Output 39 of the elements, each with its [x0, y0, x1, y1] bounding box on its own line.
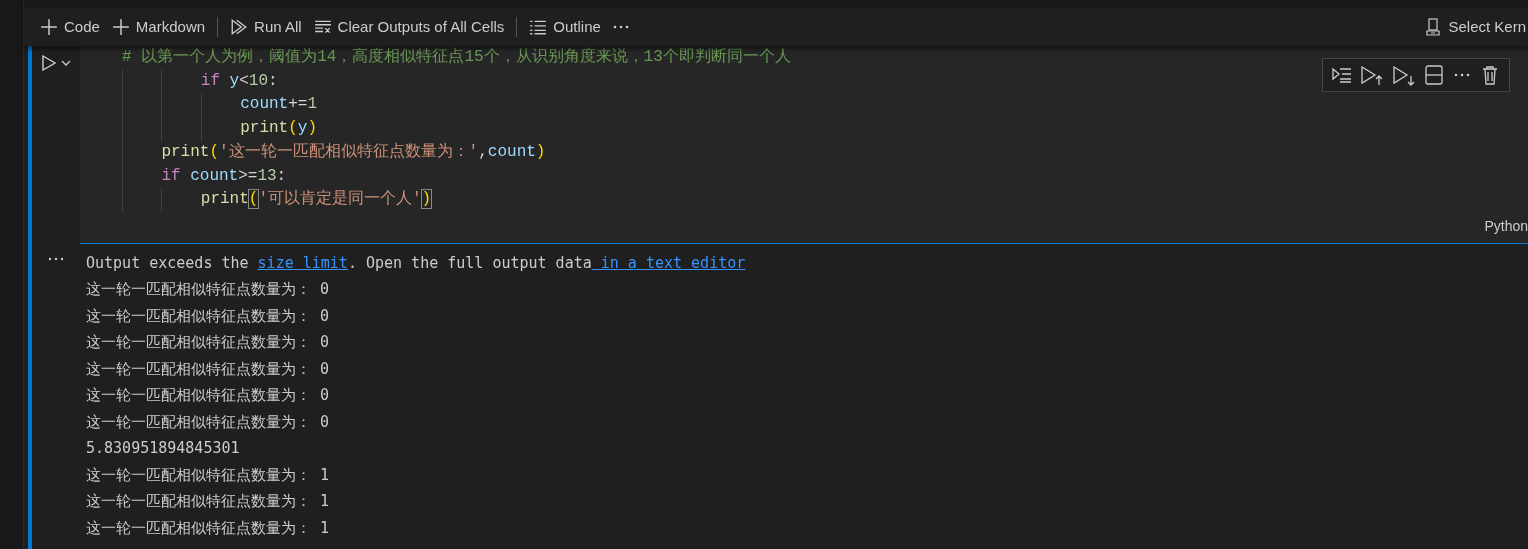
code-line: print(y): [240, 118, 317, 140]
toolbar-button[interactable]: Code: [34, 14, 106, 40]
plus-icon: [40, 18, 58, 36]
kernel-icon: [1426, 18, 1441, 36]
output-line: 这一轮一匹配相似特征点数量为： 0: [86, 411, 330, 433]
run-cell-button[interactable]: [40, 54, 58, 72]
output-line: 这一轮一匹配相似特征点数量为： 0: [86, 305, 330, 327]
code-line: # 以第一个人为例，阈值为14，高度相似特征点15个，从识别角度来说，13个即判断同一个人: [122, 46, 791, 68]
output-line: 这一轮一匹配相似特征点数量为： 1: [86, 491, 330, 513]
plus-icon: [111, 18, 130, 36]
output-line: 这一轮一匹配相似特征点数量为： 0: [86, 332, 330, 354]
output-line: 这一轮一匹配相似特征点数量为： 0: [86, 385, 330, 407]
toolbar-button[interactable]: Outline: [523, 14, 607, 40]
code-line: print('这一轮一匹配相似特征点数量为：',count): [161, 141, 546, 163]
split-cell-icon[interactable]: [1423, 64, 1445, 86]
toolbar-button[interactable]: Clear Outputs of All Cells: [307, 14, 511, 40]
output-line: 这一轮一匹配相似特征点数量为： 0: [86, 279, 330, 301]
output-notice: Output exceeds the size limit. Open the full output data in a text editor: [86, 252, 746, 274]
clear-list-icon: [313, 18, 332, 36]
code-line: print('可以肯定是同一个人'): [200, 189, 432, 211]
code-cell-editor[interactable]: # 以第一个人为例，阈值为14，高度相似特征点15个，从识别角度来说，13个即判断同一个人 if y<10: count+=1 print(y) print('这一轮一匹配相似特征点数量为：',count) if count>=13: print('可以肯定是同一个人') Python: [80, 46, 1528, 244]
output-link[interactable]: in a text editor: [591, 253, 746, 272]
list-icon: [529, 18, 548, 36]
run-below-icon[interactable]: [1391, 64, 1417, 86]
output-line: 这一轮一匹配相似特征点数量为： 0: [86, 358, 330, 380]
toolbar-button[interactable]: Markdown: [105, 14, 212, 40]
run-by-line-icon[interactable]: [1331, 66, 1353, 84]
output-line: 5.830951894845301: [86, 438, 240, 460]
code-line: if y<10:: [200, 70, 278, 92]
play-icon: [230, 18, 249, 36]
code-line: count+=1: [240, 94, 317, 116]
cell-language-label[interactable]: Python: [1484, 215, 1528, 237]
output-link[interactable]: size limit: [257, 253, 348, 272]
output-line: 这一轮一匹配相似特征点数量为： 1: [86, 464, 330, 486]
output-line: 这一轮一匹配相似特征点数量为： 1: [86, 517, 330, 539]
code-line: if count>=13:: [161, 165, 287, 187]
toolbar-button[interactable]: Run All: [224, 14, 308, 40]
run-above-icon[interactable]: [1359, 64, 1385, 86]
kernel-picker[interactable]: Select Kern: [1426, 15, 1528, 39]
